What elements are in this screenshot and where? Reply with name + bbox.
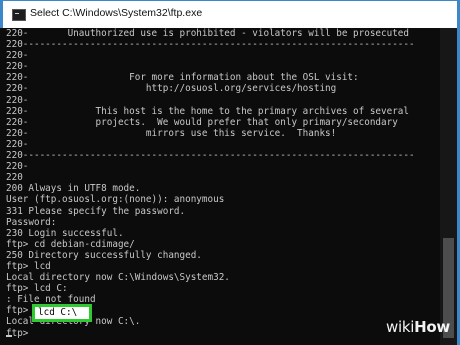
console-line: 220- Unauthorized use is prohibited - vi…: [6, 28, 409, 39]
console-line: 200 Always in UTF8 mode.: [6, 183, 141, 195]
console-output[interactable]: 220- Unauthorized use is prohibited - vi…: [3, 28, 439, 345]
console-line: 220-------------------------------------…: [6, 150, 415, 162]
highlighted-command: lcd C:\: [32, 304, 92, 322]
console-line: ftp> lcd: [6, 260, 51, 272]
console-line: 220- projects. We would prefer that only…: [6, 116, 398, 128]
window-title: Select C:\Windows\System32\ftp.exe: [30, 7, 203, 19]
console-line: 220-: [6, 161, 29, 173]
console-line: 230 Login successful.: [6, 227, 124, 239]
console-app-icon: [12, 9, 26, 21]
console-line: ftp> cd debian-cdimage/: [6, 238, 135, 250]
watermark-how: How: [414, 318, 450, 336]
console-line: Password:: [6, 216, 57, 228]
console-line: 331 Please specify the password.: [6, 205, 186, 217]
console-line: 220-: [6, 50, 29, 62]
console-line: 220- http://osuosl.org/services/hosting: [6, 83, 337, 95]
window-titlebar[interactable]: Select C:\Windows\System32\ftp.exe: [0, 0, 460, 28]
console-line: Local directory now C:\Windows\System32.: [6, 272, 230, 284]
console-line: 250 Directory successfully changed.: [6, 249, 202, 261]
console-line: 220-: [6, 94, 29, 106]
console-line: 220- This host is the home to the primar…: [6, 105, 409, 117]
console-line: 220-: [6, 61, 29, 73]
console-line: 220-------------------------------------…: [6, 39, 415, 51]
console-line: 220- For more information about the OSL …: [6, 72, 359, 84]
vertical-scrollbar[interactable]: [440, 28, 457, 345]
console-line: 220- mirrors use this service. Thanks!: [6, 127, 337, 139]
console-line: User (ftp.osuosl.org:(none)): anonymous: [6, 194, 225, 206]
text-cursor: [6, 335, 12, 337]
watermark-wiki: wiki: [386, 318, 415, 336]
console-line: 220: [6, 172, 23, 184]
console-line: ftp> lcd C:: [6, 283, 68, 295]
wikihow-watermark: wikiHow: [386, 318, 450, 336]
console-line: 220-: [6, 138, 29, 150]
console-line: ftp>: [6, 327, 29, 339]
